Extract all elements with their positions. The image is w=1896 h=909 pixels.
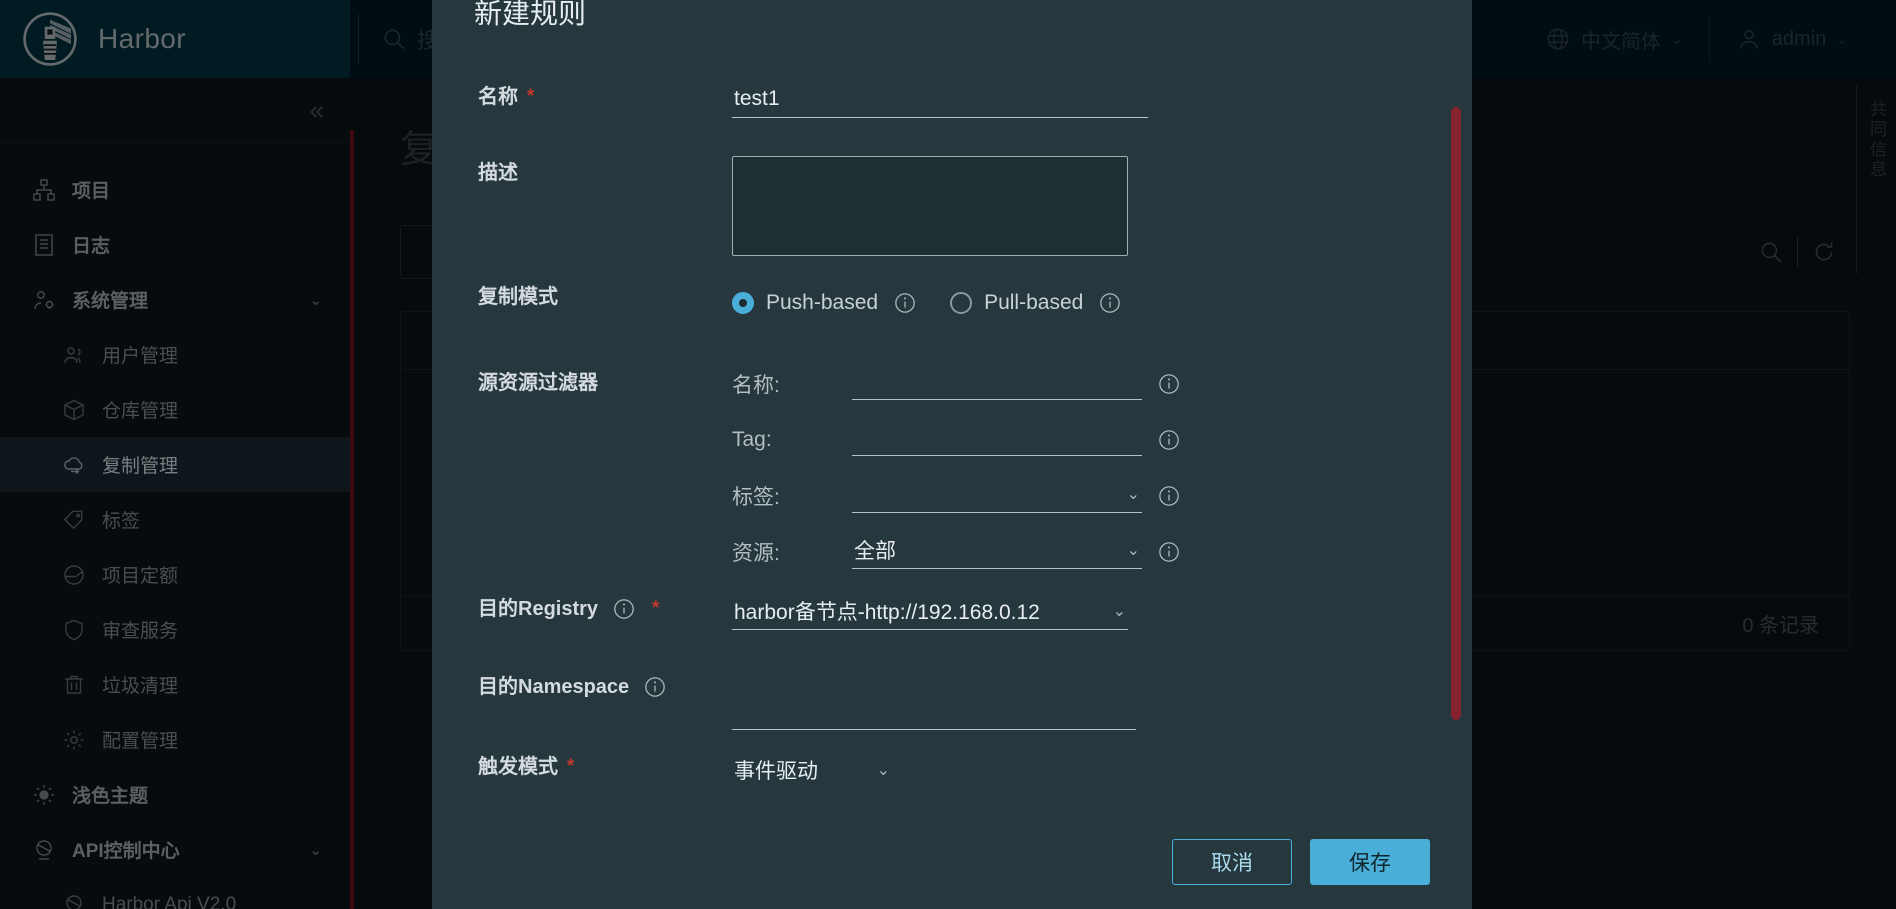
dest-namespace-label-wrap: 目的Namespace	[432, 674, 732, 700]
dialog-scrollbar[interactable]	[1451, 107, 1461, 720]
dialog-footer: 取消 保存	[432, 815, 1472, 909]
field-row-name: 名称 *	[432, 84, 1472, 156]
cancel-button[interactable]: 取消	[1172, 839, 1292, 885]
info-icon[interactable]	[1158, 429, 1180, 451]
field-row-trigger-mode: 触发模式 * 事件驱动 ⌄	[432, 754, 1472, 815]
new-replication-rule-dialog: 新建规则 名称 * 描述	[432, 0, 1472, 909]
name-label: 名称	[478, 86, 518, 108]
filter-row-resource: 资源: 全部 ⌄	[732, 524, 1472, 580]
dest-namespace-label: 目的Namespace	[478, 676, 630, 698]
chevron-down-icon: ⌄	[1126, 542, 1140, 559]
radio-push-based-label: Push-based	[766, 291, 879, 314]
filter-label-select[interactable]: ⌄	[852, 479, 1142, 513]
mode-label-wrap: 复制模式	[432, 284, 732, 310]
field-row-description: 描述	[432, 156, 1472, 284]
name-field-wrap	[732, 84, 1472, 118]
info-icon[interactable]	[894, 292, 916, 314]
filter-tag-label: Tag:	[732, 428, 772, 451]
description-field-wrap	[732, 156, 1472, 261]
required-marker: *	[652, 598, 660, 619]
trigger-mode-field-wrap: 事件驱动 ⌄	[732, 754, 1472, 788]
info-icon[interactable]	[644, 676, 666, 698]
filter-name-label: 名称:	[732, 374, 780, 397]
radio-pull-based-label: Pull-based	[984, 291, 1084, 314]
filter-row-name: 名称:	[732, 356, 1472, 412]
filter-resource-label: 资源:	[732, 542, 780, 565]
replication-mode-radio-group: Push-based Pull-based	[732, 284, 1472, 322]
info-icon[interactable]	[1158, 485, 1180, 507]
filter-row-tag: Tag:	[732, 412, 1472, 468]
radio-pull-based[interactable]: Pull-based	[950, 291, 1083, 315]
trigger-mode-select[interactable]: 事件驱动 ⌄	[732, 754, 892, 788]
radio-push-based-control[interactable]	[732, 292, 754, 314]
dest-registry-field-wrap: harbor备节点-http://192.168.0.12 ⌄	[732, 596, 1472, 630]
description-label: 描述	[478, 162, 518, 184]
info-icon[interactable]	[1158, 541, 1180, 563]
description-textarea[interactable]	[732, 156, 1128, 256]
replication-mode-label: 复制模式	[478, 286, 558, 308]
filter-resource-select[interactable]: 全部 ⌄	[852, 535, 1142, 569]
field-row-dest-registry: 目的Registry * harbor备节点-http://192.168.0.…	[432, 596, 1472, 674]
field-row-dest-namespace: 目的Namespace	[432, 674, 1472, 754]
dest-registry-value: harbor备节点-http://192.168.0.12	[734, 601, 1040, 624]
app-root: 复制管理 Trigger	[0, 0, 1896, 909]
name-label-wrap: 名称 *	[432, 84, 732, 110]
info-icon[interactable]	[1099, 292, 1121, 314]
dest-namespace-input[interactable]	[732, 696, 1136, 730]
dialog-title: 新建规则	[474, 0, 587, 29]
trigger-mode-value: 事件驱动	[734, 759, 818, 783]
source-filter-label: 源资源过滤器	[478, 372, 598, 394]
name-input[interactable]	[732, 84, 1148, 118]
chevron-down-icon: ⌄	[1112, 603, 1126, 620]
filter-name-input[interactable]	[852, 368, 1142, 400]
filter-row-label: 标签: ⌄	[732, 468, 1472, 524]
dest-registry-select[interactable]: harbor备节点-http://192.168.0.12 ⌄	[732, 596, 1128, 630]
trigger-mode-label-wrap: 触发模式 *	[432, 754, 732, 780]
info-icon[interactable]	[613, 598, 635, 620]
filter-label-label: 标签:	[732, 486, 780, 509]
field-row-replication-mode: 复制模式 Push-based Pull-based	[432, 284, 1472, 356]
trigger-mode-label: 触发模式	[478, 756, 558, 778]
chevron-down-icon: ⌄	[876, 761, 890, 779]
chevron-down-icon: ⌄	[1126, 486, 1140, 503]
field-row-source-filter: 源资源过滤器 名称: Tag: 标签: ⌄ 资源: 全部 ⌄	[432, 356, 1472, 596]
info-icon[interactable]	[1158, 373, 1180, 395]
mode-field-wrap: Push-based Pull-based	[732, 284, 1472, 322]
dest-registry-label: 目的Registry	[478, 598, 599, 620]
dialog-body: 名称 * 描述 复制模式	[432, 40, 1472, 815]
required-marker: *	[567, 756, 575, 777]
radio-push-based[interactable]: Push-based	[732, 291, 878, 315]
filter-tag-input[interactable]	[852, 424, 1142, 456]
save-button[interactable]: 保存	[1310, 839, 1430, 885]
description-label-wrap: 描述	[432, 156, 732, 186]
source-filter-fields: 名称: Tag: 标签: ⌄ 资源: 全部 ⌄	[732, 356, 1472, 580]
dest-registry-label-wrap: 目的Registry *	[432, 596, 732, 622]
required-marker: *	[527, 86, 535, 107]
radio-pull-based-control[interactable]	[950, 292, 973, 314]
source-filter-label-wrap: 源资源过滤器	[432, 356, 732, 396]
dest-namespace-field-wrap	[732, 674, 1472, 730]
filter-resource-value: 全部	[854, 540, 896, 563]
